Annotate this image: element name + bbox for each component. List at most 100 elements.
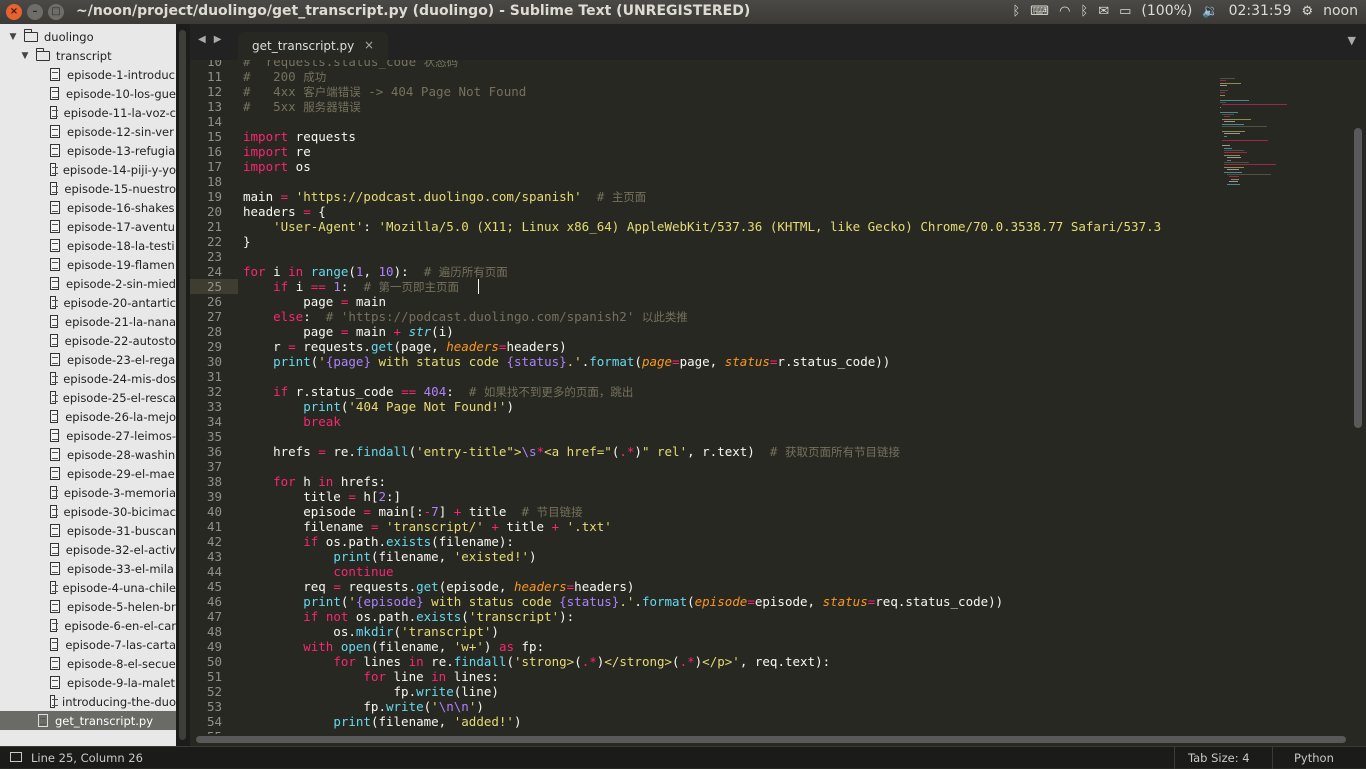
sidebar-file[interactable]: episode-2-sin-mied [0,274,176,293]
sidebar-file[interactable]: episode-8-el-secue [0,654,176,673]
code-line[interactable]: hrefs = re.findall('entry-title">\s*<a h… [243,444,900,459]
sidebar-scrollbar[interactable] [176,24,190,746]
sidebar-file[interactable]: episode-33-el-mila [0,559,176,578]
sidebar-file[interactable]: introducing-the-duo [0,692,176,711]
minimap[interactable] [1218,60,1350,734]
sidebar-file[interactable]: episode-14-piji-y-yo [0,160,176,179]
code-line[interactable]: for lines in re.findall('strong>(.*)</st… [243,654,830,669]
mail-icon[interactable]: ✉ [1098,4,1109,19]
vertical-scroll-thumb[interactable] [1354,128,1362,428]
code-line[interactable]: if r.status_code == 404: # 如果找不到更多的页面，跳出 [243,384,633,399]
tab-prev-icon[interactable]: ◀ [198,34,206,45]
code-line[interactable]: episode = main[:-7] + title # 节目链接 [243,504,582,519]
code-line[interactable]: 'User-Agent': 'Mozilla/5.0 (X11; Linux x… [243,219,1161,234]
sidebar-file[interactable]: episode-24-mis-dos [0,369,176,388]
minimize-window-button[interactable]: – [27,4,43,20]
tab-next-icon[interactable]: ▶ [214,34,222,45]
sidebar-file[interactable]: episode-20-antartic [0,293,176,312]
code-line[interactable]: print(filename, 'existed!') [243,549,536,564]
code-line[interactable]: with open(filename, 'w+') as fp: [243,639,544,654]
volume-icon[interactable]: 🔉 [1202,4,1218,19]
sidebar-file[interactable]: episode-13-refugia [0,141,176,160]
code-line[interactable]: fp.write('\n\n') [243,699,483,714]
sidebar-file[interactable]: episode-18-la-testi [0,236,176,255]
sidebar-file[interactable]: episode-30-bicimac [0,502,176,521]
tab-get-transcript[interactable]: get_transcript.py × [238,32,388,60]
sidebar-scroll-thumb[interactable] [179,30,186,740]
sidebar-file[interactable]: episode-25-el-resca [0,388,176,407]
bluetooth-icon[interactable]: ᛒ [1080,4,1088,19]
code-line[interactable]: else: # 'https://podcast.duolingo.com/sp… [243,309,688,324]
sidebar-file[interactable]: episode-3-memoria [0,483,176,502]
code-line[interactable]: for line in lines: [243,669,498,684]
syntax-mode[interactable]: Python [1294,751,1334,765]
code-line[interactable]: if os.path.exists(filename): [243,534,514,549]
editor-horizontal-scrollbar[interactable] [190,734,1366,746]
horizontal-scroll-thumb[interactable] [196,736,1346,743]
sidebar-file[interactable]: episode-10-los-gue [0,84,176,103]
tab-size[interactable]: Tab Size: 4 [1188,751,1250,765]
code-line[interactable]: break [243,414,341,429]
code-line[interactable]: continue [243,564,393,579]
code-line[interactable]: req = requests.get(episode, headers=head… [243,579,634,594]
code-line[interactable]: title = h[2:] [243,489,401,504]
sidebar-file[interactable]: episode-11-la-voz-c [0,103,176,122]
sidebar-file[interactable]: episode-16-shakes [0,198,176,217]
sidebar-file[interactable]: episode-31-buscan [0,521,176,540]
tab-close-icon[interactable]: × [364,38,374,52]
settings-gear-icon[interactable]: ⚙ [1301,4,1313,19]
expand-arrow-icon[interactable]: ▼ [20,51,30,61]
sidebar-file-selected[interactable]: get_transcript.py [0,711,176,730]
wifi-icon[interactable]: ◠ [1059,4,1070,19]
battery-percent[interactable]: (100%) [1141,3,1192,19]
code-line[interactable]: fp.write(line) [243,684,499,699]
sidebar-file[interactable]: episode-9-la-malet [0,673,176,692]
panel-toggle-icon[interactable] [10,752,22,762]
code-line[interactable]: # 5xx 服务器错误 [243,99,361,114]
sidebar-file[interactable]: episode-12-sin-ver [0,122,176,141]
code-line[interactable]: import re [243,144,311,159]
code-line[interactable]: # 200 成功 [243,69,326,84]
code-line[interactable]: # requests.status_code 状态码 [243,60,458,69]
code-line[interactable]: r = requests.get(page, headers=headers) [243,339,567,354]
code-line[interactable]: print('{episode} with status code {statu… [243,594,1003,609]
code-editor[interactable]: 10 # requests.status_code 状态码 11 # 200 成功 12… [190,60,1218,734]
code-line[interactable]: for h in hrefs: [243,474,386,489]
code-line[interactable]: if i == 1: # 第一页即主页面 [243,279,459,294]
bluetooth-icon[interactable]: ᛒ [1012,4,1020,19]
code-line[interactable]: os.mkdir('transcript') [243,624,499,639]
expand-arrow-icon[interactable]: ▼ [8,32,18,42]
code-line[interactable]: filename = 'transcript/' + title + '.txt… [243,519,612,534]
code-line[interactable]: print(filename, 'added!') [243,714,521,729]
sidebar-file[interactable]: episode-27-leimos- [0,426,176,445]
code-line[interactable]: print('404 Page Not Found!') [243,399,514,414]
tab-overflow-icon[interactable]: ▼ [1348,34,1356,47]
editor-vertical-scrollbar[interactable] [1350,60,1366,734]
code-line[interactable]: } [243,234,251,249]
sidebar-file[interactable]: episode-5-helen-br [0,597,176,616]
code-line[interactable]: main = 'https://podcast.duolingo.com/spa… [243,189,646,204]
sidebar-file[interactable]: episode-15-nuestro [0,179,176,198]
sidebar-file[interactable]: episode-7-las-carta [0,635,176,654]
code-line[interactable]: headers = { [243,204,326,219]
sidebar-file[interactable]: episode-1-introduc [0,65,176,84]
sidebar-folder-transcript[interactable]: ▼ transcript [0,46,176,65]
code-line[interactable]: import os [243,159,311,174]
sidebar-folder-duolingo[interactable]: ▼ duolingo [0,27,176,46]
code-line[interactable]: # 4xx 客户端错误 -> 404 Page Not Found [243,84,526,99]
maximize-window-button[interactable]: □ [48,4,64,20]
sidebar-file[interactable]: episode-21-la-nana [0,312,176,331]
code-line[interactable]: print('{page} with status code {status}.… [243,354,890,369]
code-line[interactable]: page = main [243,294,386,309]
sidebar-file[interactable]: episode-19-flamen [0,255,176,274]
sidebar-file[interactable]: episode-23-el-rega [0,350,176,369]
clock[interactable]: 02:31:59 [1229,3,1292,19]
keyboard-icon[interactable]: ⌨ [1030,4,1049,19]
code-line[interactable]: for i in range(1, 10): # 遍历所有页面 [243,264,508,279]
code-line[interactable]: page = main + str(i) [243,324,454,339]
sidebar-file[interactable]: episode-32-el-activ [0,540,176,559]
sidebar-file[interactable]: episode-28-washin [0,445,176,464]
battery-icon[interactable]: ▭ [1119,4,1131,19]
code-line[interactable]: if not os.path.exists('transcript'): [243,609,574,624]
sidebar-file[interactable]: episode-22-autosto [0,331,176,350]
